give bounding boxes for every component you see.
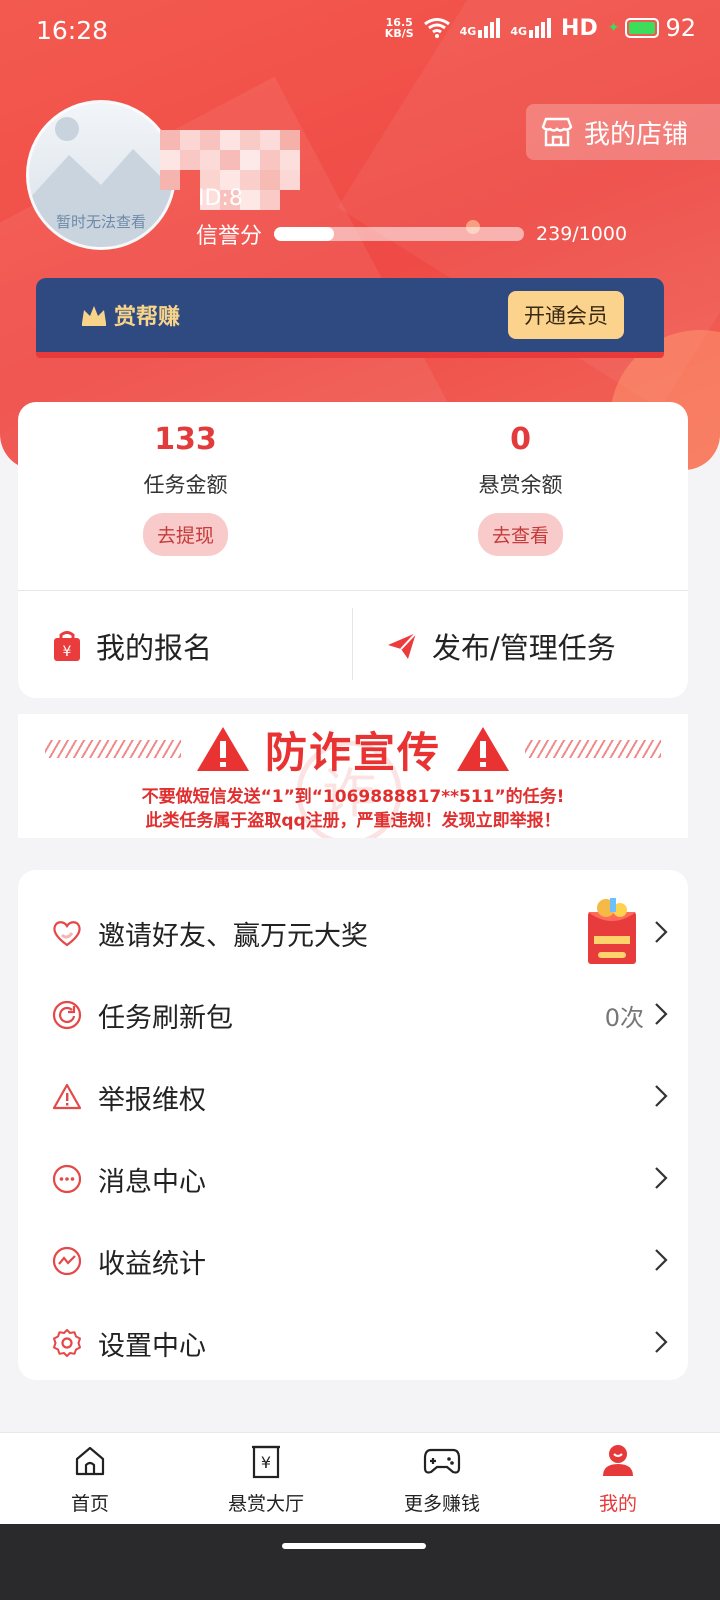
view-balance-button[interactable]: 去查看 — [477, 513, 563, 556]
menu-item-label: 消息中心 — [98, 1167, 206, 1198]
anti-fraud-banner: 诈 防诈宣传 不要做短信发送“1”到“1069888817**511”的任务! … — [18, 714, 688, 838]
reward-balance-value: 0 — [510, 422, 531, 457]
menu-item-report[interactable]: 举报维权 — [18, 1056, 688, 1138]
home-gesture-bar[interactable] — [282, 1543, 426, 1549]
status-icons: 16.5 KB/S 4G 4G HD ✦ 92 — [385, 14, 696, 42]
tab-more-earn[interactable]: 更多赚钱 — [352, 1441, 532, 1516]
menu-item-invite[interactable]: 邀请好友、赢万元大奖 — [18, 892, 688, 974]
anti-fraud-title-row: 防诈宣传 — [18, 718, 688, 780]
chevron-right-icon — [655, 1249, 668, 1271]
menu-item-label: 任务刷新包 — [98, 1003, 233, 1034]
svg-text:¥: ¥ — [261, 1453, 271, 1472]
message-icon — [52, 1164, 82, 1194]
hatch-decoration — [525, 740, 661, 758]
vip-brand: 赏帮赚 — [80, 299, 180, 331]
anti-fraud-title: 防诈宣传 — [264, 727, 441, 777]
warning-icon — [457, 727, 509, 771]
anti-fraud-line-1: 不要做短信发送“1”到“1069888817**511”的任务! — [141, 787, 565, 807]
refresh-count: 0次 — [604, 1004, 644, 1032]
menu-item-earnings[interactable]: 收益统计 — [18, 1220, 688, 1302]
open-vip-button[interactable]: 开通会员 — [508, 291, 624, 339]
tab-label: 首页 — [70, 1493, 109, 1515]
chevron-right-icon — [655, 1003, 668, 1025]
divider — [18, 590, 688, 591]
bottom-tab-bar: 首页 ¥ 悬赏大厅 更多赚钱 我的 — [0, 1432, 720, 1524]
shop-icon — [541, 117, 573, 147]
tab-label: 悬赏大厅 — [227, 1493, 304, 1515]
hatch-decoration — [44, 740, 181, 758]
balance-card: 133 任务金额 去提现 0 悬赏余额 去查看 ¥ 我的报名 发布/管理任务 — [18, 402, 688, 698]
profile-icon — [603, 1445, 633, 1476]
battery-icon: ✦ 92 — [607, 14, 696, 42]
crown-icon — [82, 306, 106, 326]
menu-item-label: 设置中心 — [98, 1331, 206, 1362]
avatar-caption: 暂时无法查看 — [55, 213, 146, 231]
menu-item-settings[interactable]: 设置中心 — [18, 1302, 688, 1384]
my-signup-button[interactable]: ¥ 我的报名 — [52, 620, 212, 672]
gamepad-icon — [423, 1448, 461, 1474]
tab-reward-hall[interactable]: ¥ 悬赏大厅 — [176, 1441, 356, 1516]
user-id: ID:8 — [198, 186, 243, 211]
tab-home[interactable]: 首页 — [0, 1441, 180, 1516]
credit-label: 信誉分 — [196, 224, 263, 249]
my-shop-button[interactable]: 我的店铺 — [526, 104, 720, 160]
signal-icon-1: 4G — [460, 18, 501, 38]
signal-icon-2: 4G — [510, 18, 552, 38]
warning-icon — [52, 1083, 82, 1110]
wifi-icon — [423, 18, 450, 38]
publish-task-button[interactable]: 发布/管理任务 — [386, 620, 616, 672]
credit-progress — [274, 227, 525, 241]
menu-item-label: 举报维权 — [98, 1085, 206, 1116]
withdraw-button[interactable]: 去提现 — [142, 513, 228, 556]
hd-indicator: HD — [561, 15, 598, 41]
chevron-right-icon — [655, 1167, 668, 1189]
gift-envelope-icon — [588, 898, 636, 964]
network-speed: 16.5 KB/S — [384, 16, 414, 40]
tab-mine[interactable]: 我的 — [528, 1441, 708, 1516]
warning-icon — [196, 727, 249, 771]
my-shop-label: 我的店铺 — [584, 119, 689, 150]
paper-plane-icon — [388, 632, 417, 659]
shopping-bag-icon: ¥ — [54, 631, 80, 661]
menu-item-refresh-pack[interactable]: 任务刷新包 0次 — [18, 974, 688, 1056]
task-amount-label: 任务金额 — [143, 473, 228, 497]
tab-label: 我的 — [598, 1493, 637, 1515]
menu-item-label: 收益统计 — [98, 1249, 206, 1280]
publish-task-label: 发布/管理任务 — [432, 631, 616, 665]
chart-icon — [52, 1246, 82, 1276]
task-amount-stat: 133 任务金额 去提现 — [18, 422, 353, 556]
heart-icon — [53, 921, 81, 947]
avatar[interactable]: 暂时无法查看 — [26, 100, 176, 250]
reward-balance-label: 悬赏余额 — [478, 473, 563, 497]
chevron-right-icon — [655, 1331, 668, 1353]
divider — [352, 608, 353, 680]
chevron-right-icon — [655, 921, 668, 943]
tab-label: 更多赚钱 — [403, 1493, 480, 1515]
system-navigation-bar — [0, 1524, 720, 1600]
my-page: 16:28 16.5 KB/S 4G 4G HD ✦ 92 暂时无法查看 ID:8 … — [0, 0, 720, 1600]
anti-fraud-line-2: 此类任务属于盗取qq注册，严重违规！发现立即举报！ — [145, 811, 561, 831]
vip-banner[interactable]: 赏帮赚 开通会员 — [36, 278, 664, 358]
menu-item-label: 邀请好友、赢万元大奖 — [98, 921, 368, 952]
menu-item-messages[interactable]: 消息中心 — [18, 1138, 688, 1220]
home-icon — [75, 1446, 105, 1476]
chevron-right-icon — [655, 1085, 668, 1107]
my-signup-label: 我的报名 — [96, 631, 213, 665]
settings-icon — [53, 1329, 81, 1357]
refresh-icon — [52, 1000, 82, 1030]
reward-balance-stat: 0 悬赏余额 去查看 — [353, 422, 688, 556]
svg-text:¥: ¥ — [63, 644, 72, 660]
reward-hall-icon: ¥ — [252, 1445, 280, 1479]
status-bar: 16:28 16.5 KB/S 4G 4G HD ✦ 92 — [0, 0, 720, 60]
status-time: 16:28 — [36, 16, 109, 45]
task-amount-value: 133 — [154, 422, 217, 457]
menu-list: 邀请好友、赢万元大奖 任务刷新包 0次 举报维权 消息中心 收益统计 设置中心 — [18, 870, 688, 1380]
profile-header: 16:28 16.5 KB/S 4G 4G HD ✦ 92 暂时无法查看 ID:8 … — [0, 0, 720, 470]
credit-value: 239/1000 — [536, 223, 628, 245]
credit-score: 信誉分 239/1000 — [196, 218, 627, 250]
